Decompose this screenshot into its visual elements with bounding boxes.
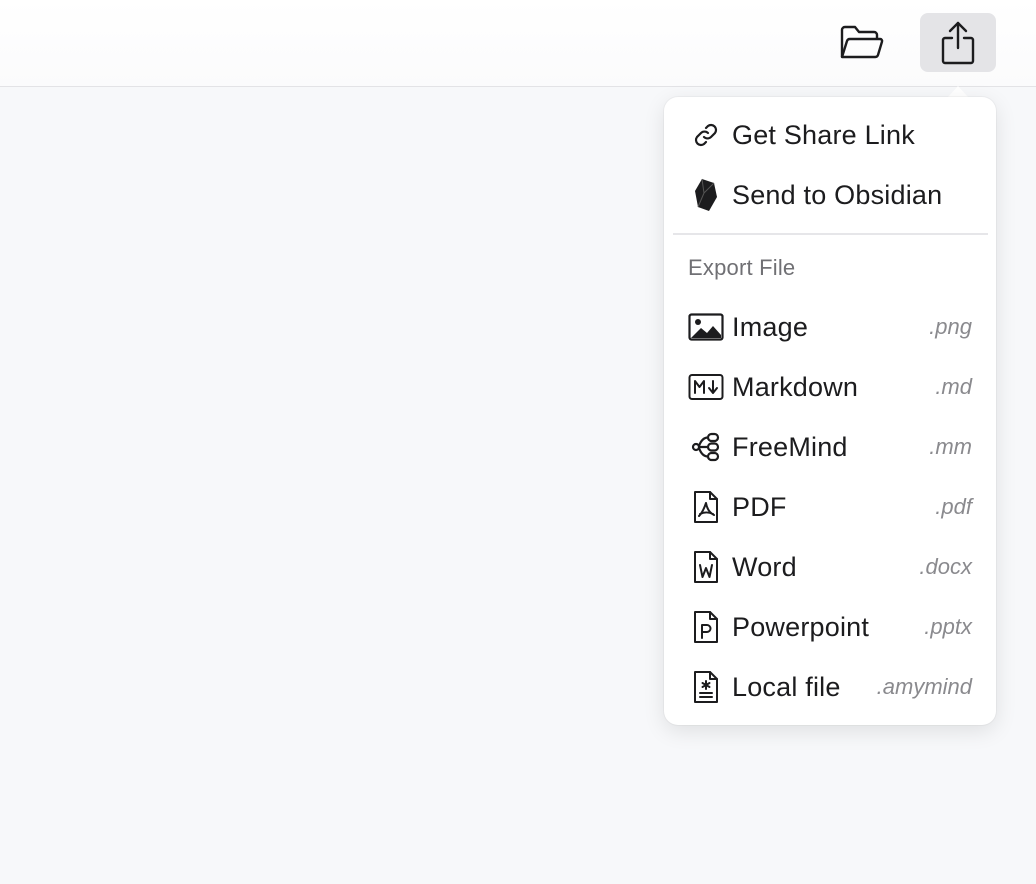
pdf-file-icon [688,489,724,525]
local-file-icon [688,669,724,705]
share-menu: Get Share Link Send to Obsidian Export F… [664,97,996,725]
top-toolbar [0,0,1036,87]
markdown-icon [688,369,724,405]
menu-item-get-share-link[interactable]: Get Share Link [664,107,996,163]
file-extension: .mm [929,434,972,459]
menu-divider [673,233,988,235]
menu-item-label: PDF [732,491,787,522]
file-extension: .png [929,314,972,339]
menu-item-export-image[interactable]: Image .png [664,299,996,355]
share-button[interactable] [920,13,996,72]
file-extension: .pptx [924,614,972,639]
menu-item-label: Powerpoint [732,611,870,642]
menu-item-label: Image [732,311,809,342]
export-section-label: Export File [688,255,796,280]
menu-item-export-powerpoint[interactable]: Powerpoint .pptx [664,599,996,655]
obsidian-icon [688,177,724,213]
menu-item-export-pdf[interactable]: PDF .pdf [664,479,996,535]
menu-item-label: Local file [732,671,841,702]
menu-item-export-local-file[interactable]: Local file .amymind [664,659,996,715]
menu-item-label: Markdown [732,371,859,402]
menu-item-export-freemind[interactable]: FreeMind .mm [664,419,996,475]
open-folder-button[interactable] [824,13,900,72]
menu-item-label: Word [732,551,797,582]
word-file-icon [688,549,724,585]
share-icon [940,20,976,66]
menu-item-label: FreeMind [732,431,848,462]
file-extension: .pdf [935,494,972,519]
menu-item-export-markdown[interactable]: Markdown .md [664,359,996,415]
menu-item-send-to-obsidian[interactable]: Send to Obsidian [664,167,996,223]
image-icon [688,309,724,345]
menu-item-label: Get Share Link [732,119,915,150]
powerpoint-file-icon [688,609,724,645]
menu-item-export-word[interactable]: Word .docx [664,539,996,595]
folder-open-icon [839,24,885,62]
mindmap-icon [688,429,724,465]
file-extension: .amymind [876,674,972,699]
file-extension: .md [935,374,972,399]
file-extension: .docx [919,554,972,579]
link-icon [688,117,724,153]
menu-item-label: Send to Obsidian [732,179,943,210]
